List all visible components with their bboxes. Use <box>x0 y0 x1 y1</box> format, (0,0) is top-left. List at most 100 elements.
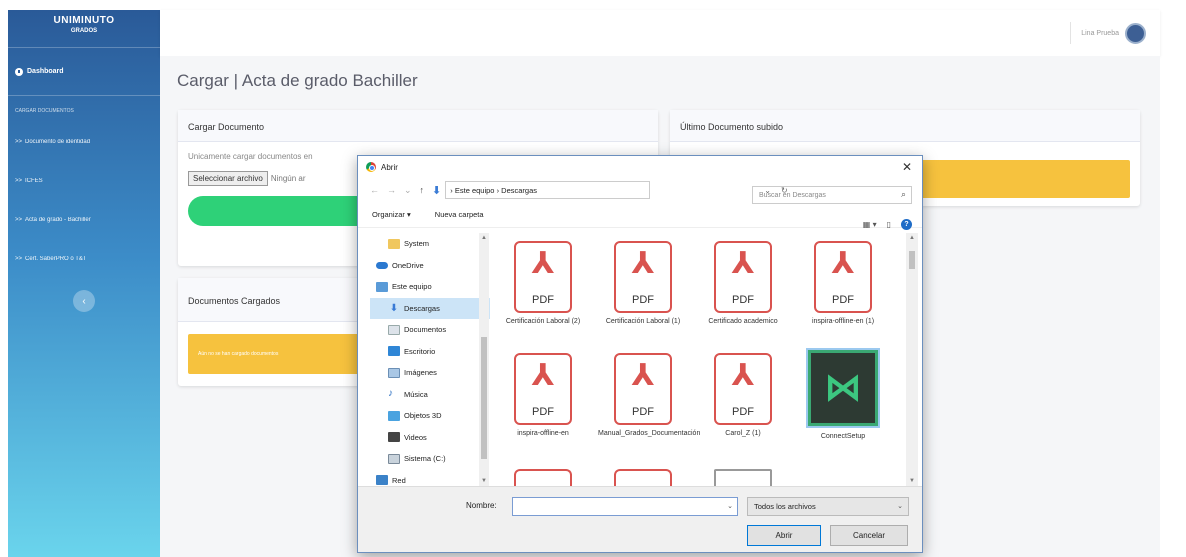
files-pane-scrollbar[interactable]: ▲ ▼ <box>906 233 918 486</box>
scroll-up-icon[interactable]: ▲ <box>909 235 915 241</box>
nav-item-escritorio[interactable]: Escritorio <box>370 341 490 363</box>
nav-item-descargas[interactable]: ⬇ Descargas <box>370 297 490 319</box>
scrollbar-thumb[interactable] <box>909 251 915 269</box>
sidebar: UNIMINUTO GRADOS Dashboard CARGAR DOCUME… <box>8 10 160 557</box>
document-icon <box>388 324 400 335</box>
view-controls: ▦ ▾ ▯ ? <box>853 219 912 230</box>
nav-item-label: Escritorio <box>404 346 436 356</box>
choose-file-button[interactable]: Seleccionar archivo <box>188 171 268 186</box>
file-type-select[interactable]: Todos los archivos ⌄ <box>747 497 909 516</box>
nav-item-label: System <box>404 239 430 249</box>
back-arrow-icon[interactable]: ← <box>370 185 379 195</box>
file-item[interactable]: ⅄ PDF Manual_Grados_Documentación <box>598 353 701 438</box>
nav-item-label: Música <box>404 389 428 399</box>
pdf-file-icon: ⅄ PDF <box>614 241 672 313</box>
nav-pane-scrollbar[interactable]: ▲ ▼ <box>479 233 489 486</box>
download-icon: ⬇ <box>389 302 399 314</box>
sidebar-item-icfes[interactable]: >> ICFES <box>8 161 160 200</box>
pdf-file-icon: ⅄ PDF <box>514 241 572 313</box>
file-item-partial[interactable] <box>598 469 688 486</box>
nav-item-label: Sistema (C:) <box>404 454 446 464</box>
file-name: Certificación Laboral (2) <box>505 318 581 325</box>
nav-item-videos[interactable]: Videos <box>370 427 490 449</box>
open-button[interactable]: Abrir <box>747 525 821 546</box>
download-icon: ⬇ <box>432 184 442 197</box>
pdf-file-icon: ⅄ PDF <box>714 353 772 425</box>
file-item[interactable]: ⅄ PDF inspira-offline-en (1) <box>798 241 888 326</box>
preview-pane-icon[interactable]: ▯ <box>887 220 891 229</box>
network-icon <box>376 475 388 486</box>
search-input[interactable]: Buscar en Descargas ⌕ <box>752 186 912 204</box>
pictures-icon <box>388 367 400 378</box>
sidebar-toggle-button[interactable]: ‹ <box>73 290 95 312</box>
pdf-file-icon: ⅄ PDF <box>514 353 572 425</box>
scroll-down-icon[interactable]: ▼ <box>481 478 487 484</box>
file-name: inspira-offline-en (1) <box>811 318 875 325</box>
nav-item-red[interactable]: Red <box>370 470 490 487</box>
dialog-titlebar: Abrir ✕ <box>358 156 922 178</box>
sidebar-item-label: Documento de identidad <box>25 138 91 145</box>
file-item[interactable]: ⋈ ConnectSetup <box>798 348 888 441</box>
file-item[interactable]: ⅄ PDF Certificación Laboral (2) <box>498 241 588 326</box>
nav-item-onedrive[interactable]: OneDrive <box>370 255 490 277</box>
filename-label: Nombre: <box>466 501 497 510</box>
scroll-up-icon[interactable]: ▲ <box>481 235 487 241</box>
chevron-right-icon: >> <box>15 177 23 184</box>
sidebar-item-dashboard[interactable]: Dashboard <box>8 48 160 96</box>
pdf-file-icon: ⅄ PDF <box>714 241 772 313</box>
file-name: Certificado academico <box>708 318 778 325</box>
topbar-divider <box>1070 22 1072 44</box>
nav-item-label: Este equipo <box>392 282 432 292</box>
scrollbar-thumb[interactable] <box>481 337 487 459</box>
breadcrumb-descargas[interactable]: Descargas <box>501 186 537 195</box>
file-name: Manual_Grados_Documentación <box>598 430 701 437</box>
address-bar[interactable]: › Este equipo › Descargas <box>445 181 651 199</box>
nav-item-musica[interactable]: ♪ Música <box>370 384 490 406</box>
nav-item-este-equipo[interactable]: Este equipo <box>370 276 490 298</box>
user-name: Lina Prueba <box>1081 29 1119 37</box>
dropdown-arrow-icon[interactable]: ⌄ <box>404 185 412 196</box>
chrome-icon <box>366 162 376 172</box>
connect-app-icon: ⋈ <box>806 348 880 428</box>
file-item[interactable]: ⅄ PDF Carol_Z (1) <box>698 353 788 438</box>
close-icon[interactable]: ✕ <box>902 160 912 174</box>
folder-icon <box>388 238 400 249</box>
file-item[interactable]: ⅄ PDF inspira-offline-en <box>498 353 588 438</box>
filename-input[interactable]: ⌄ <box>512 497 738 516</box>
new-folder-button[interactable]: Nueva carpeta <box>435 210 484 219</box>
nav-item-label: Red <box>392 475 406 485</box>
brand-logo[interactable]: UNIMINUTO GRADOS <box>8 10 160 48</box>
pdf-file-icon: ⅄ PDF <box>614 353 672 425</box>
sidebar-item-label: ICFES <box>25 177 43 184</box>
up-arrow-icon[interactable]: ↑ <box>420 185 425 195</box>
organize-menu[interactable]: Organizar ▾ <box>372 210 411 219</box>
view-mode-icon[interactable]: ▦ ▾ <box>863 220 877 229</box>
forward-arrow-icon[interactable]: → <box>387 185 396 195</box>
file-item[interactable]: ⅄ PDF Certificado academico <box>698 241 788 326</box>
chevron-down-icon[interactable]: ⌄ <box>727 502 733 510</box>
help-icon[interactable]: ? <box>901 219 912 230</box>
search-placeholder: Buscar en Descargas <box>759 191 826 199</box>
file-name: Carol_Z (1) <box>725 430 761 437</box>
chevron-right-icon: >> <box>15 138 23 145</box>
sidebar-item-acta[interactable]: >> Acta de grado - Bachiller <box>8 200 160 239</box>
nav-item-imagenes[interactable]: Imágenes <box>370 362 490 384</box>
file-item-partial[interactable] <box>698 469 788 486</box>
scroll-down-icon[interactable]: ▼ <box>909 478 915 484</box>
sidebar-item-saberpro[interactable]: >> Cert. SaberPRO ó T&T <box>8 239 160 278</box>
nav-item-documentos[interactable]: Documentos <box>370 319 490 341</box>
file-item-partial[interactable] <box>498 469 588 486</box>
nav-item-sistema-c[interactable]: Sistema (C:) <box>370 448 490 470</box>
file-item[interactable]: ⅄ PDF Certificación Laboral (1) <box>598 241 688 326</box>
upload-card-title: Cargar Documento <box>178 110 658 142</box>
file-open-dialog: Abrir ✕ ← → ⌄ ↑ ⬇ › Este equipo › Descar… <box>357 155 923 553</box>
user-menu[interactable]: Lina Prueba <box>1070 22 1146 44</box>
cancel-button[interactable]: Cancelar <box>830 525 908 546</box>
sidebar-item-documento[interactable]: >> Documento de identidad <box>8 122 160 161</box>
breadcrumb-este-equipo[interactable]: Este equipo <box>455 186 495 195</box>
nav-item-objetos-3d[interactable]: Objetos 3D <box>370 405 490 427</box>
topbar: Lina Prueba <box>160 10 1160 56</box>
sidebar-item-label: Acta de grado - Bachiller <box>25 216 91 223</box>
nav-item-label: Imágenes <box>404 368 437 378</box>
nav-item-system[interactable]: System <box>370 233 490 255</box>
